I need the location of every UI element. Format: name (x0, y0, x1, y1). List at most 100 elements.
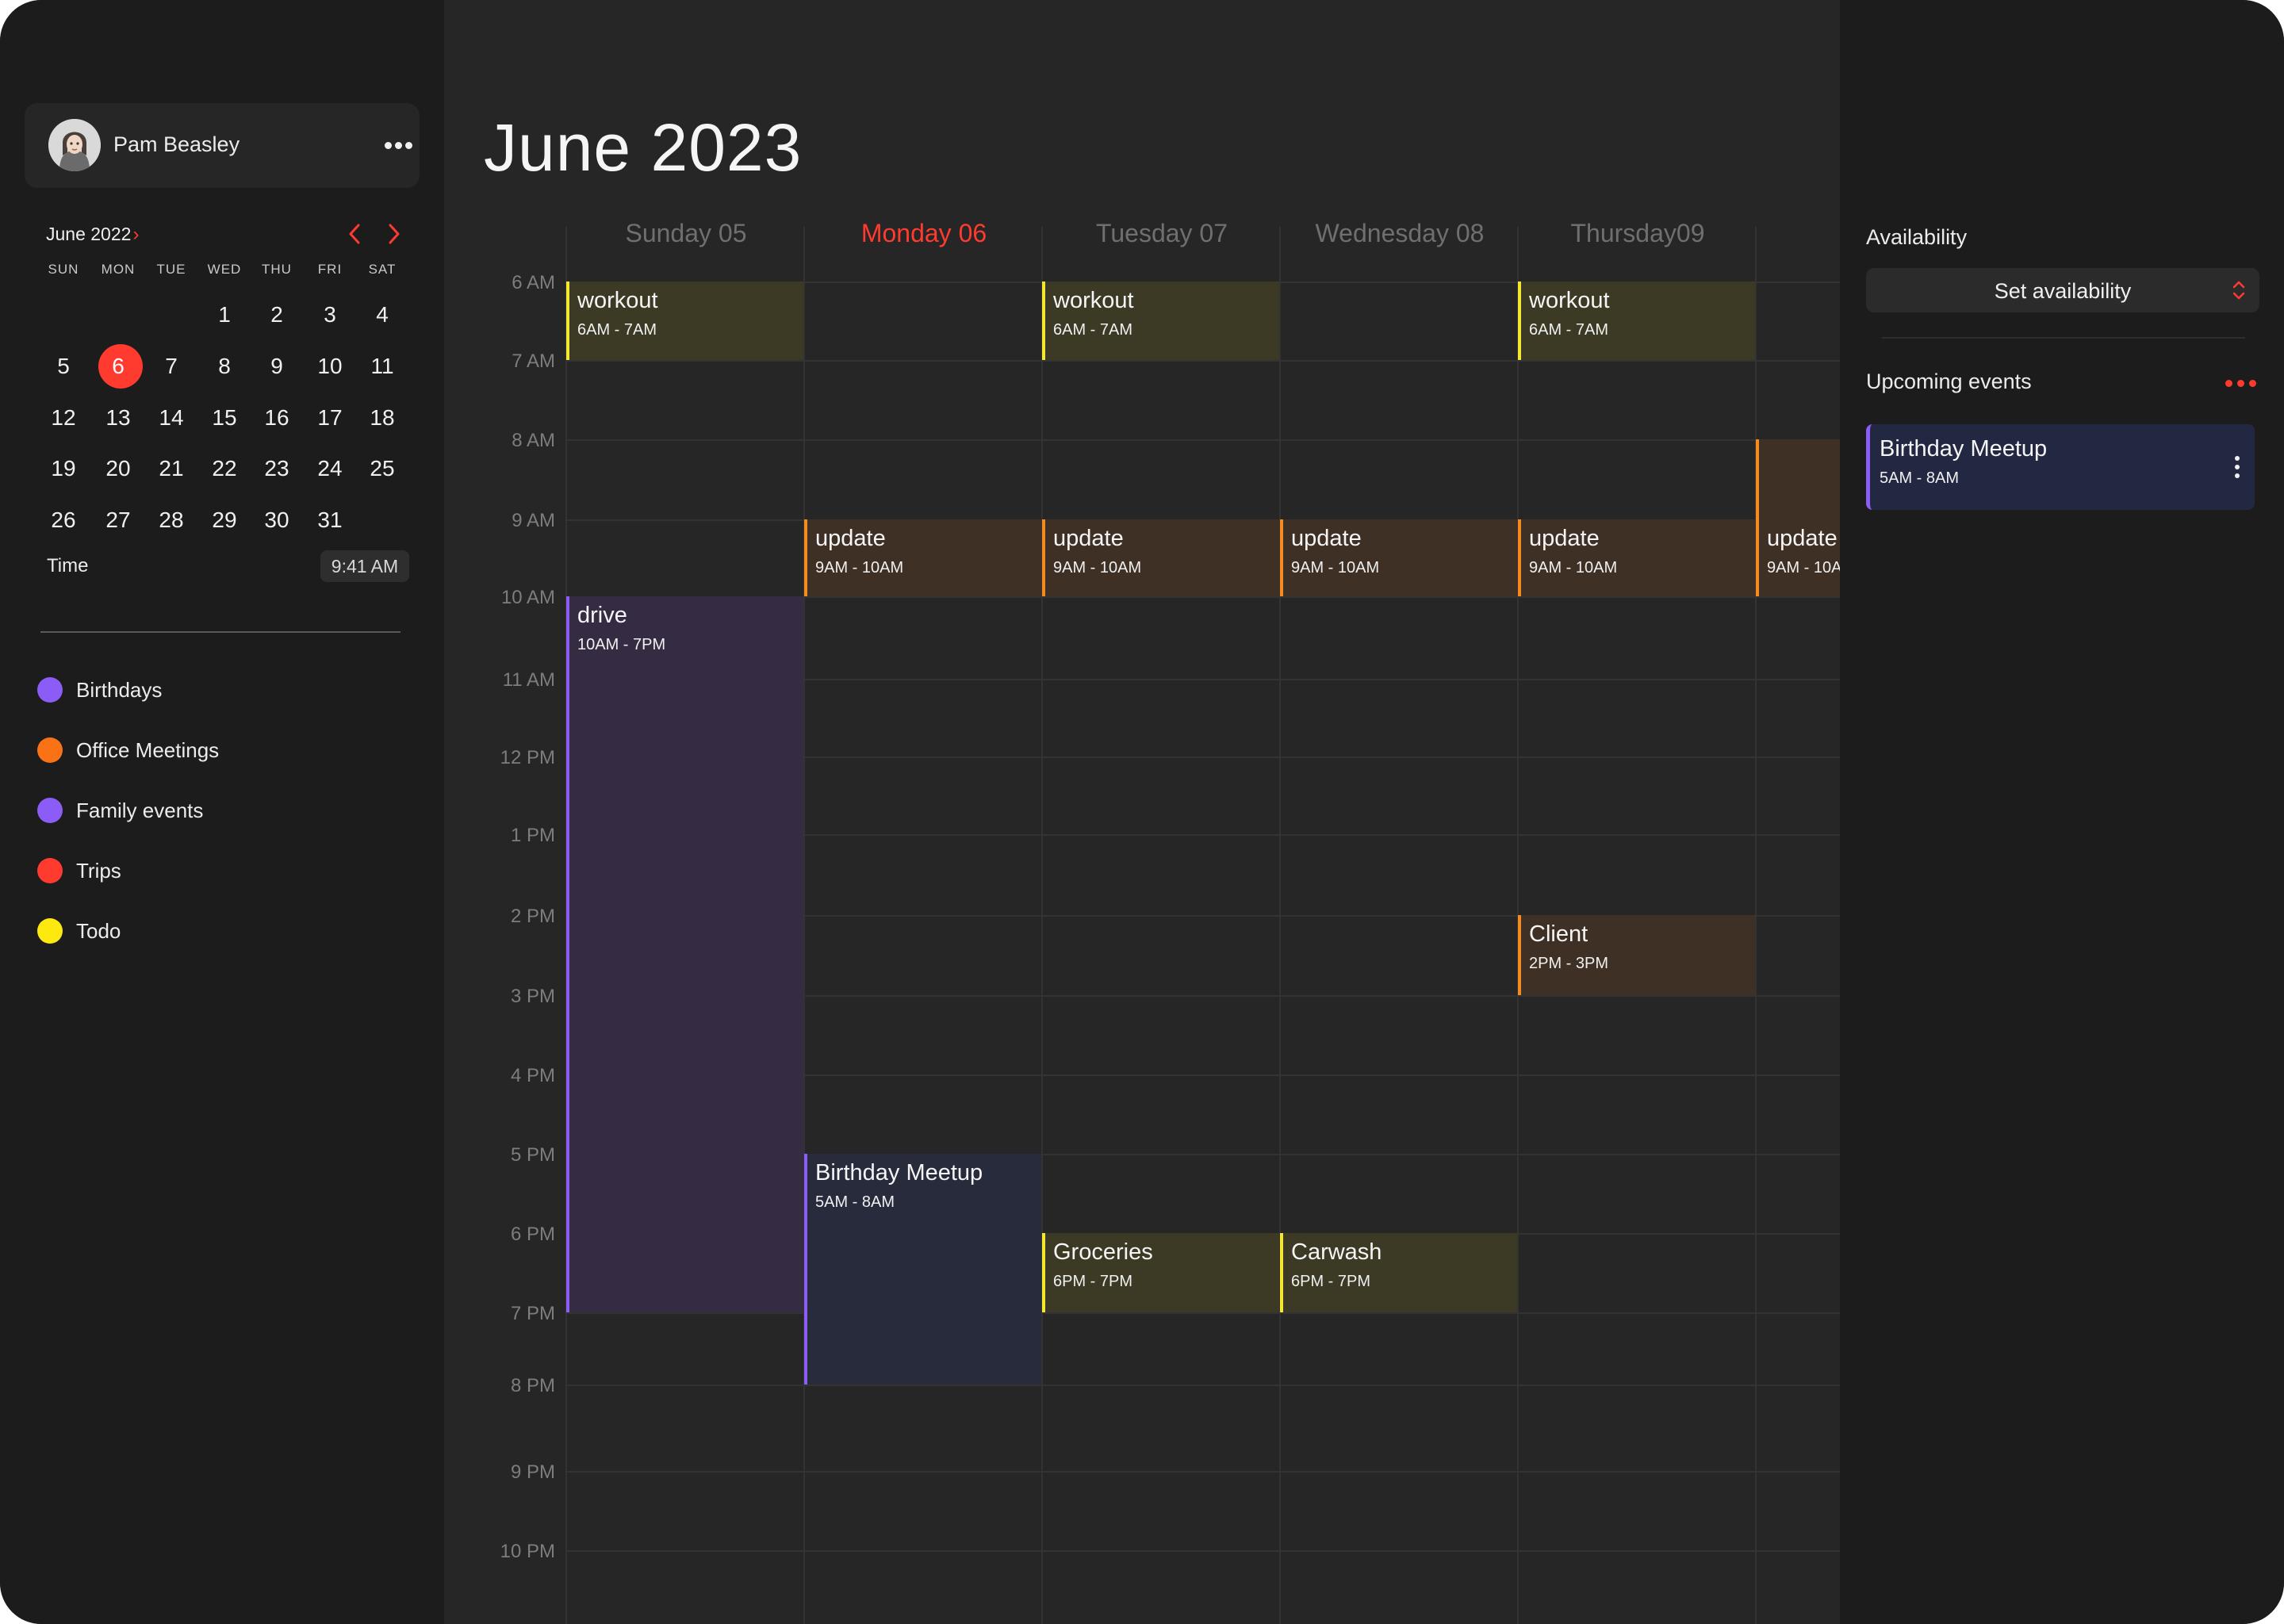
user-card[interactable]: Pam Beasley (25, 103, 420, 188)
prev-month-button[interactable] (344, 220, 365, 247)
upcoming-event-card[interactable]: Birthday Meetup 5AM - 8AM (1866, 424, 2255, 510)
calendar-day[interactable]: 19 (40, 446, 87, 491)
hour-gridline (565, 1385, 1840, 1386)
calendar-day[interactable]: 15 (201, 396, 248, 440)
calendar-day[interactable]: 22 (201, 446, 248, 491)
hour-label: 6 AM (512, 272, 555, 293)
calendar-day[interactable]: 14 (148, 396, 195, 440)
calendar-day[interactable]: 31 (306, 498, 354, 542)
weekday-label: THU (262, 262, 292, 277)
mini-calendar-month-label: June 2022 (46, 224, 132, 244)
chevron-left-icon (349, 224, 360, 244)
calendar-day[interactable]: 28 (148, 498, 195, 542)
calendar-day[interactable]: 24 (306, 446, 354, 491)
category-color-dot (37, 737, 63, 763)
calendar-day[interactable]: 10 (306, 344, 354, 389)
event-time: 6PM - 7PM (1291, 1273, 1371, 1290)
calendar-day[interactable]: 1 (201, 293, 248, 337)
day-column-header[interactable]: Sunday 05 (567, 219, 805, 248)
calendar-day[interactable]: 6 (94, 344, 142, 389)
calendar-event[interactable]: Birthday Meetup 5AM - 8AM (804, 1154, 1041, 1385)
event-title: Client (1529, 921, 1588, 947)
calendar-event[interactable]: update 9AM - 10AM (1756, 519, 1840, 596)
weekday-label: TUE (156, 262, 186, 277)
week-view: June 2023 6 AM 7 AM 8 AM 9 AM 10 AM 11 AM 12 P… (444, 0, 1840, 1624)
divider (1882, 337, 2245, 339)
calendar-day[interactable]: 21 (148, 446, 195, 491)
calendar-day[interactable]: 5 (40, 344, 87, 389)
divider (40, 631, 400, 633)
calendar-day[interactable]: 17 (306, 396, 354, 440)
hour-label: 7 PM (510, 1303, 555, 1324)
calendar-day[interactable]: 11 (358, 344, 406, 389)
calendar-day[interactable]: 2 (253, 293, 301, 337)
event-title: update (1529, 526, 1600, 551)
time-label: Time (47, 555, 89, 576)
left-sidebar: Pam Beasley June 2022› SUN MON TUE WED THU FR… (0, 0, 444, 1624)
more-vertical-icon[interactable] (2232, 454, 2243, 480)
calendar-day[interactable]: 23 (253, 446, 301, 491)
calendar-day[interactable]: 20 (94, 446, 142, 491)
chevron-up-down-icon (2232, 281, 2245, 300)
calendar-event[interactable]: workout 6AM - 7AM (566, 282, 803, 360)
availability-select[interactable]: Set availability (1866, 268, 2259, 312)
hour-label: 2 PM (510, 906, 555, 927)
day-column-header[interactable]: Monday 06 (805, 219, 1043, 248)
calendar-event[interactable]: Groceries 6PM - 7PM (1042, 1233, 1279, 1312)
day-column-header[interactable]: Wednesday 08 (1281, 219, 1519, 248)
day-column-header[interactable]: Tuesday 07 (1043, 219, 1281, 248)
time-picker[interactable]: 9:41 AM (320, 550, 409, 582)
calendar-event[interactable]: update 9AM - 10AM (1518, 519, 1755, 596)
calendar-day[interactable]: 4 (358, 293, 406, 337)
event-title: Birthday Meetup (815, 1160, 983, 1185)
more-horizontal-icon[interactable] (383, 137, 415, 153)
calendar-event[interactable]: update 9AM - 10AM (1042, 519, 1279, 596)
calendar-event[interactable]: update 9AM - 10AM (1280, 519, 1517, 596)
hour-gridline (565, 360, 1840, 362)
calendar-day[interactable]: 25 (358, 446, 406, 491)
day-gridline (1041, 227, 1043, 1624)
calendar-day[interactable]: 12 (40, 396, 87, 440)
hour-gridline (565, 439, 1840, 441)
hour-label: 12 PM (500, 747, 555, 768)
more-horizontal-icon[interactable] (2224, 373, 2259, 392)
calendar-event[interactable]: Carwash 6PM - 7PM (1280, 1233, 1517, 1312)
calendar-day[interactable]: 27 (94, 498, 142, 542)
calendar-event[interactable] (1756, 439, 1840, 519)
calendar-event[interactable]: update 9AM - 10AM (804, 519, 1041, 596)
calendar-day[interactable]: 7 (148, 344, 195, 389)
category-label: Family events (76, 799, 204, 822)
calendar-event[interactable]: workout 6AM - 7AM (1042, 282, 1279, 360)
calendar-event[interactable]: workout 6AM - 7AM (1518, 282, 1755, 360)
calendar-day[interactable]: 9 (253, 344, 301, 389)
calendar-day[interactable]: 29 (201, 498, 248, 542)
day-column-header[interactable]: Thursday09 (1519, 219, 1757, 248)
mini-calendar-month[interactable]: June 2022› (46, 224, 139, 246)
calendar-day[interactable]: 8 (201, 344, 248, 389)
event-title: Groceries (1053, 1239, 1153, 1265)
memoji-avatar-icon (48, 119, 101, 171)
calendar-day[interactable]: 30 (253, 498, 301, 542)
event-title: update (815, 526, 886, 551)
event-time: 9AM - 10AM (1767, 559, 1840, 576)
calendar-day[interactable]: 13 (94, 396, 142, 440)
next-month-button[interactable] (384, 220, 404, 247)
event-time: 6AM - 7AM (1053, 321, 1133, 339)
upcoming-event-time: 5AM - 8AM (1880, 469, 1960, 487)
hour-gridline (565, 1471, 1840, 1473)
hour-label: 5 PM (510, 1144, 555, 1166)
event-time: 9AM - 10AM (1529, 559, 1618, 576)
weekday-label: MON (101, 262, 136, 277)
calendar-day[interactable]: 26 (40, 498, 87, 542)
event-title: workout (577, 288, 658, 313)
chevron-right-icon: › (132, 224, 140, 245)
calendar-event[interactable]: drive 10AM - 7PM (566, 596, 803, 1312)
day-gridline (803, 227, 805, 1624)
hour-label: 3 PM (510, 986, 555, 1007)
calendar-day[interactable]: 16 (253, 396, 301, 440)
event-time: 10AM - 7PM (577, 636, 666, 653)
hour-gridline (565, 1312, 1840, 1314)
calendar-event[interactable]: Client 2PM - 3PM (1518, 915, 1755, 995)
calendar-day[interactable]: 18 (358, 396, 406, 440)
calendar-day[interactable]: 3 (306, 293, 354, 337)
